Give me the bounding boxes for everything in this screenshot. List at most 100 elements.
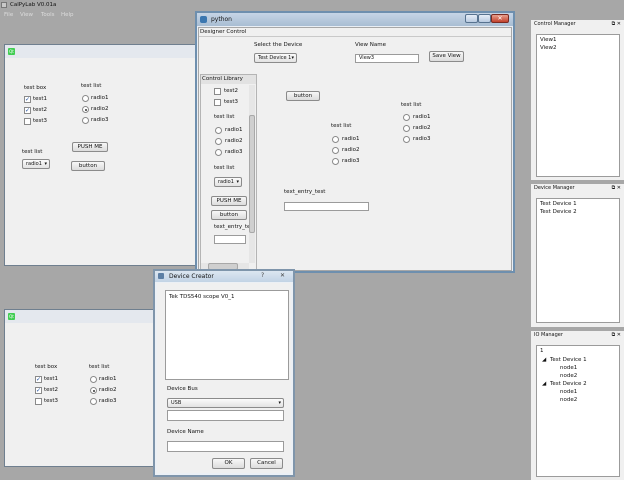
- dock-float-close-icon[interactable]: ⧉ ✕: [612, 20, 621, 29]
- radio-radio3[interactable]: [82, 117, 89, 124]
- tree-device-1[interactable]: Test Device 1: [550, 357, 587, 364]
- tree-node[interactable]: node2: [560, 373, 577, 380]
- library-entry-input[interactable]: [214, 235, 246, 244]
- canvas-list1-radio-2[interactable]: [332, 147, 339, 154]
- radio-radio1[interactable]: [90, 376, 97, 383]
- expand-arrow-icon[interactable]: ◢: [542, 381, 546, 388]
- checkbox-test2[interactable]: ✓: [24, 107, 31, 114]
- canvas-list2-radio-2[interactable]: [403, 125, 410, 132]
- maximize-button[interactable]: [478, 14, 491, 23]
- button[interactable]: button: [71, 161, 105, 171]
- menu-help[interactable]: Help: [61, 12, 74, 19]
- checkbox-test1[interactable]: ✓: [24, 96, 31, 103]
- library-radio-2-label: radio2: [225, 138, 243, 144]
- radio-radio2[interactable]: [82, 106, 89, 113]
- canvas-list1-radio-1[interactable]: [332, 136, 339, 143]
- radio-radio1[interactable]: [82, 95, 89, 102]
- checkbox-test3[interactable]: [35, 398, 42, 405]
- radio-radio2[interactable]: [90, 387, 97, 394]
- device-bus-combo[interactable]: USB ▾: [167, 398, 284, 408]
- qt-window-2-titlebar[interactable]: Qt: [5, 310, 153, 323]
- close-button[interactable]: ✕: [491, 14, 509, 23]
- checkbox-test1-label: test1: [44, 376, 59, 382]
- library-button[interactable]: button: [211, 210, 247, 220]
- library-entry-label: text_entry_test: [214, 224, 249, 230]
- device-combo[interactable]: Test Device 1 ▾: [254, 53, 297, 63]
- checkbox-test3[interactable]: [24, 118, 31, 125]
- dock-float-close-icon[interactable]: ⧉ ✕: [612, 331, 621, 340]
- device-manager-header: Device Manager: [531, 184, 624, 193]
- library-vertical-thumb[interactable]: [249, 115, 255, 233]
- device-name-input[interactable]: [167, 441, 284, 452]
- qt-window-1-titlebar[interactable]: Qt: [5, 45, 195, 58]
- tree-device-2[interactable]: Test Device 2: [550, 381, 587, 388]
- device-list-item[interactable]: Tek TDS540 scope V0_1: [169, 294, 234, 301]
- radio-radio3[interactable]: [90, 398, 97, 405]
- canvas-button[interactable]: button: [286, 91, 320, 101]
- canvas-list2-radio-1[interactable]: [403, 114, 410, 121]
- app-title-bar: CalPyLab V0.01a: [0, 0, 624, 11]
- menu-tools[interactable]: Tools: [41, 12, 55, 19]
- control-library-header: Control Library: [201, 75, 256, 84]
- view-name-input[interactable]: View3: [355, 54, 419, 63]
- qt-window-2: Qt test box ✓ test1 ✓ test2 test3 test l…: [4, 309, 154, 467]
- tree-node[interactable]: node1: [560, 389, 577, 396]
- device-manager-dock: Device Manager ⧉ ✕ Test Device 1 Test De…: [531, 184, 624, 327]
- canvas-list2-radio-3[interactable]: [403, 136, 410, 143]
- device-bus-label: Device Bus: [167, 386, 198, 392]
- library-checkbox-test3-label: test3: [224, 99, 239, 105]
- library-radio-1-label: radio1: [225, 127, 243, 133]
- library-radio-2[interactable]: [215, 138, 222, 145]
- canvas-list1-radio-3[interactable]: [332, 158, 339, 165]
- combo-title: test list: [22, 149, 43, 155]
- library-combo-title: test list: [214, 165, 235, 171]
- ok-button[interactable]: OK: [212, 458, 245, 469]
- device-item[interactable]: Test Device 1: [540, 201, 577, 208]
- library-combo-value: radio1: [218, 179, 234, 185]
- library-checkbox-test2-label: test2: [224, 88, 239, 94]
- qt-logo-icon: Qt: [8, 313, 15, 320]
- checkbox-test1[interactable]: ✓: [35, 376, 42, 383]
- device-creator-titlebar[interactable]: Device Creator: [155, 271, 293, 282]
- device-item[interactable]: Test Device 2: [540, 209, 577, 216]
- library-checkbox-test3[interactable]: [214, 99, 221, 106]
- dock-float-close-icon[interactable]: ⧉ ✕: [612, 184, 621, 193]
- menu-view[interactable]: View: [20, 12, 33, 19]
- radio-combo[interactable]: radio1 ▾: [22, 159, 50, 169]
- control-manager-list[interactable]: View1 View2: [536, 34, 620, 177]
- library-radio-3[interactable]: [215, 149, 222, 156]
- tree-node[interactable]: node1: [560, 365, 577, 372]
- device-manager-title: Device Manager: [534, 185, 575, 191]
- io-manager-tree[interactable]: 1 ◢ Test Device 1 node1 node2 ◢ Test Dev…: [536, 345, 620, 477]
- view-item[interactable]: View2: [540, 45, 557, 52]
- save-view-button[interactable]: Save View: [429, 51, 464, 62]
- library-radio-1[interactable]: [215, 127, 222, 134]
- library-combo[interactable]: radio1 ▾: [214, 177, 242, 187]
- device-bus-field[interactable]: [167, 410, 284, 421]
- push-me-button[interactable]: PUSH ME: [72, 142, 108, 152]
- menu-file[interactable]: File: [4, 12, 13, 19]
- device-list[interactable]: Tek TDS540 scope V0_1: [165, 290, 289, 380]
- tree-node[interactable]: node2: [560, 397, 577, 404]
- device-manager-list[interactable]: Test Device 1 Test Device 2: [536, 198, 620, 323]
- checkbox-test2[interactable]: ✓: [35, 387, 42, 394]
- control-manager-title: Control Manager: [534, 21, 576, 27]
- expand-arrow-icon[interactable]: ◢: [542, 357, 546, 364]
- view-item[interactable]: View1: [540, 37, 557, 44]
- cancel-button[interactable]: Cancel: [250, 458, 283, 469]
- tree-header: 1: [540, 348, 544, 354]
- library-radio-3-label: radio3: [225, 149, 243, 155]
- minimize-button[interactable]: [465, 14, 478, 23]
- library-checkbox-test2[interactable]: [214, 88, 221, 95]
- device-creator-dialog: Device Creator ? ✕ Tek TDS540 scope V0_1…: [153, 269, 295, 477]
- library-push-me-button[interactable]: PUSH ME: [211, 196, 247, 206]
- control-manager-dock: Control Manager ⧉ ✕ View1 View2: [531, 20, 624, 180]
- designer-control-header: Designer Control: [199, 28, 511, 37]
- canvas-entry-input[interactable]: [284, 202, 369, 211]
- close-icon[interactable]: ✕: [280, 272, 285, 279]
- device-creator-title: Device Creator: [169, 273, 214, 280]
- canvas-entry-label: text_entry_test: [284, 189, 326, 195]
- help-icon[interactable]: ?: [261, 272, 264, 279]
- device-combo-value: Test Device 1: [258, 55, 292, 61]
- library-vertical-scrollbar[interactable]: [249, 85, 255, 263]
